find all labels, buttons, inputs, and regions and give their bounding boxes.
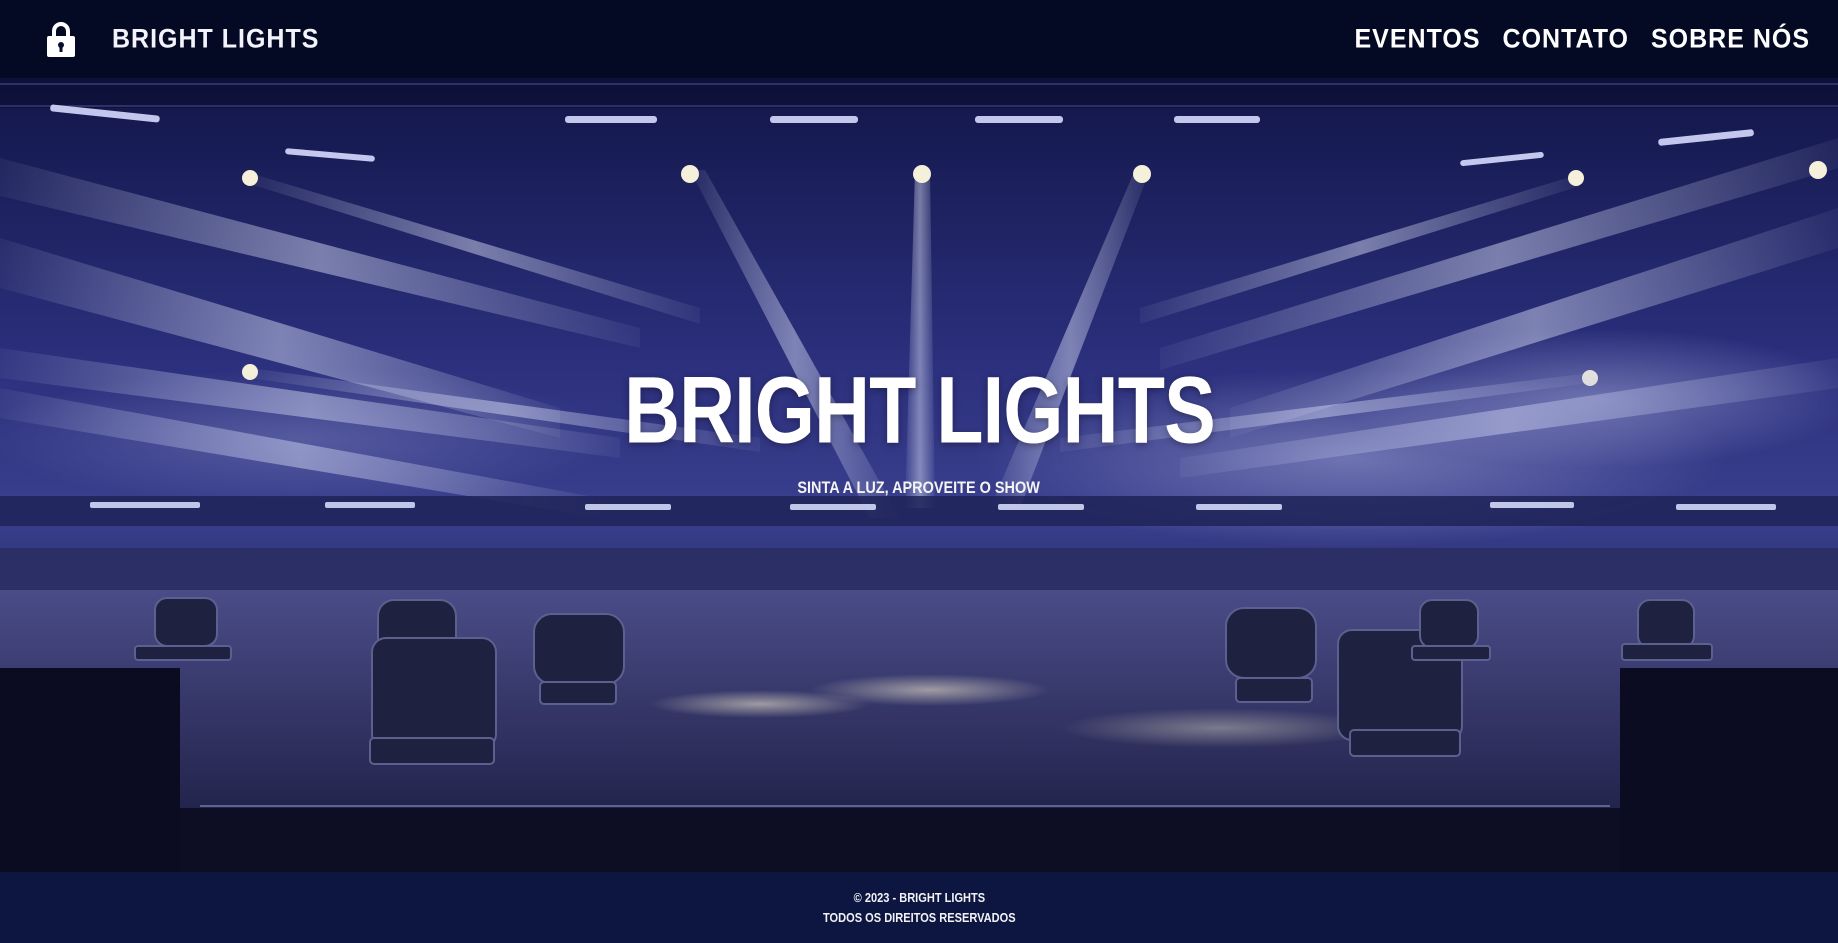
brand-name: BRIGHT LIGHTS [112, 23, 320, 54]
footer-rights: TODOS OS DIREITOS RESERVADOS [822, 909, 1016, 925]
footer-copyright: © 2023 - BRIGHT LIGHTS [853, 889, 985, 905]
lock-icon [47, 22, 75, 57]
brand[interactable]: BRIGHT LIGHTS [46, 20, 319, 58]
hero-section: BRIGHT LIGHTS SINTA A LUZ, APROVEITE O S… [0, 78, 1838, 872]
nav-link-contato[interactable]: CONTATO [1503, 23, 1629, 54]
nav-link-sobre-nos[interactable]: SOBRE NÓS [1651, 23, 1810, 54]
hero-title: BRIGHT LIGHTS [623, 358, 1216, 464]
hero-content: BRIGHT LIGHTS SINTA A LUZ, APROVEITE O S… [0, 358, 1838, 498]
main-nav: EVENTOS CONTATO SOBRE NÓS [1355, 23, 1811, 54]
footer: © 2023 - BRIGHT LIGHTS TODOS OS DIREITOS… [0, 872, 1838, 943]
hero-subtitle: SINTA A LUZ, APROVEITE O SHOW [797, 478, 1041, 497]
page: BRIGHT LIGHTS EVENTOS CONTATO SOBRE NÓS [0, 0, 1838, 943]
nav-link-eventos[interactable]: EVENTOS [1355, 23, 1481, 54]
top-navigation-bar: BRIGHT LIGHTS EVENTOS CONTATO SOBRE NÓS [0, 0, 1838, 78]
